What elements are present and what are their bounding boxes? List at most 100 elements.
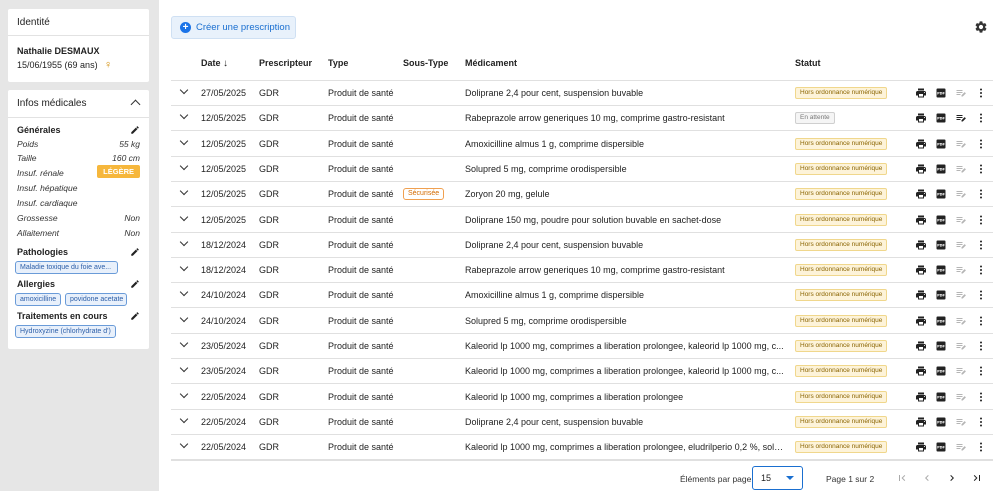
gear-icon[interactable]: [974, 20, 988, 34]
chevron-up-icon[interactable]: [130, 99, 141, 110]
table-row[interactable]: 23/05/2024 GDR Produit de santé Kaleorid lp…: [171, 359, 993, 384]
pdf-icon[interactable]: PDF: [935, 87, 947, 99]
more-vert-icon[interactable]: [975, 416, 987, 428]
more-vert-icon[interactable]: [975, 441, 987, 453]
edit-pathologies-icon[interactable]: [130, 247, 140, 257]
pdf-icon[interactable]: PDF: [935, 239, 947, 251]
pdf-icon[interactable]: PDF: [935, 188, 947, 200]
print-icon[interactable]: [915, 163, 927, 175]
print-icon[interactable]: [915, 264, 927, 276]
print-icon[interactable]: [915, 289, 927, 301]
previous-page-icon[interactable]: [921, 472, 933, 484]
pdf-icon[interactable]: PDF: [935, 112, 947, 124]
table-row[interactable]: 12/05/2025 GDR Produit de santé Sécurisée Zo…: [171, 182, 993, 207]
print-icon[interactable]: [915, 214, 927, 226]
print-icon[interactable]: [915, 441, 927, 453]
edit-treatments-icon[interactable]: [130, 311, 140, 321]
edit-list-icon[interactable]: [955, 340, 967, 352]
pathology-chip[interactable]: Maladie toxique du foie ave...: [15, 261, 118, 274]
chevron-down-icon[interactable]: [179, 414, 189, 424]
table-row[interactable]: 12/05/2025 GDR Produit de santé Amoxicillin…: [171, 132, 993, 157]
table-row[interactable]: 27/05/2025 GDR Produit de santé Doliprane 2…: [171, 81, 993, 106]
chevron-down-icon[interactable]: [179, 288, 189, 297]
first-page-icon[interactable]: [896, 472, 908, 484]
column-type[interactable]: Type: [328, 58, 348, 68]
more-vert-icon[interactable]: [975, 112, 987, 124]
table-row[interactable]: 12/05/2025 GDR Produit de santé Doliprane 1…: [171, 208, 993, 233]
chevron-down-icon[interactable]: [179, 338, 189, 348]
table-row[interactable]: 12/05/2025 GDR Produit de santé Rabeprazole…: [171, 106, 993, 131]
edit-list-icon[interactable]: [955, 163, 967, 175]
print-icon[interactable]: [915, 239, 927, 251]
chevron-down-icon[interactable]: [179, 262, 189, 272]
pdf-icon[interactable]: PDF: [935, 264, 947, 276]
more-vert-icon[interactable]: [975, 239, 987, 251]
edit-list-icon[interactable]: [955, 239, 967, 251]
chevron-down-icon[interactable]: [179, 186, 189, 196]
treatment-chip[interactable]: Hydroxyzine (chlorhydrate d'): [15, 325, 116, 338]
chevron-down-icon[interactable]: [179, 136, 189, 145]
pdf-icon[interactable]: PDF: [935, 391, 947, 403]
print-icon[interactable]: [915, 188, 927, 200]
chevron-down-icon[interactable]: [179, 85, 189, 95]
chevron-down-icon[interactable]: [179, 439, 189, 449]
pdf-icon[interactable]: PDF: [935, 289, 947, 301]
medical-info-header[interactable]: Infos médicales: [8, 90, 149, 118]
more-vert-icon[interactable]: [975, 289, 987, 301]
edit-allergies-icon[interactable]: [130, 279, 140, 289]
print-icon[interactable]: [915, 340, 927, 352]
chevron-down-icon[interactable]: [179, 212, 189, 221]
edit-list-icon[interactable]: [955, 188, 967, 200]
more-vert-icon[interactable]: [975, 315, 987, 327]
edit-list-icon[interactable]: [955, 391, 967, 403]
more-vert-icon[interactable]: [975, 214, 987, 226]
chevron-down-icon[interactable]: [179, 237, 189, 247]
more-vert-icon[interactable]: [975, 138, 987, 150]
edit-list-icon[interactable]: [955, 87, 967, 99]
pdf-icon[interactable]: PDF: [935, 214, 947, 226]
table-row[interactable]: 24/10/2024 GDR Produit de santé Solupred 5 …: [171, 309, 993, 334]
edit-general-icon[interactable]: [130, 125, 140, 135]
pdf-icon[interactable]: PDF: [935, 441, 947, 453]
more-vert-icon[interactable]: [975, 365, 987, 377]
table-row[interactable]: 23/05/2024 GDR Produit de santé Kaleorid lp…: [171, 334, 993, 359]
column-date[interactable]: Date ↓: [201, 58, 228, 69]
edit-list-icon[interactable]: [955, 315, 967, 327]
column-status[interactable]: Statut: [795, 58, 821, 68]
edit-list-icon[interactable]: [955, 289, 967, 301]
table-row[interactable]: 22/05/2024 GDR Produit de santé Kaleorid lp…: [171, 385, 993, 410]
more-vert-icon[interactable]: [975, 188, 987, 200]
table-row[interactable]: 12/05/2025 GDR Produit de santé Solupred 5 …: [171, 157, 993, 182]
column-subtype[interactable]: Sous-Type: [403, 58, 448, 68]
edit-list-icon[interactable]: [955, 138, 967, 150]
chevron-down-icon[interactable]: [179, 111, 189, 120]
print-icon[interactable]: [915, 87, 927, 99]
last-page-icon[interactable]: [971, 472, 983, 484]
table-row[interactable]: 18/12/2024 GDR Produit de santé Rabeprazole…: [171, 258, 993, 283]
allergy-chip[interactable]: povidone acetate: [65, 293, 127, 306]
edit-list-icon[interactable]: [955, 365, 967, 377]
pdf-icon[interactable]: PDF: [935, 315, 947, 327]
more-vert-icon[interactable]: [975, 264, 987, 276]
edit-list-icon[interactable]: [955, 112, 967, 124]
chevron-down-icon[interactable]: [179, 364, 189, 373]
edit-list-icon[interactable]: [955, 264, 967, 276]
table-row[interactable]: 24/10/2024 GDR Produit de santé Amoxicillin…: [171, 283, 993, 308]
create-prescription-button[interactable]: + Créer une prescription: [171, 16, 296, 39]
pdf-icon[interactable]: PDF: [935, 416, 947, 428]
print-icon[interactable]: [915, 365, 927, 377]
table-row[interactable]: 18/12/2024 GDR Produit de santé Doliprane 2…: [171, 233, 993, 258]
pdf-icon[interactable]: PDF: [935, 340, 947, 352]
column-prescriber[interactable]: Prescripteur: [259, 58, 312, 68]
print-icon[interactable]: [915, 138, 927, 150]
edit-list-icon[interactable]: [955, 416, 967, 428]
allergy-chip[interactable]: amoxicilline: [15, 293, 61, 306]
next-page-icon[interactable]: [946, 472, 958, 484]
more-vert-icon[interactable]: [975, 391, 987, 403]
column-drug[interactable]: Médicament: [465, 58, 517, 68]
pdf-icon[interactable]: PDF: [935, 138, 947, 150]
edit-list-icon[interactable]: [955, 441, 967, 453]
table-row[interactable]: 22/05/2024 GDR Produit de santé Doliprane 2…: [171, 410, 993, 435]
chevron-down-icon[interactable]: [179, 313, 189, 322]
pdf-icon[interactable]: PDF: [935, 163, 947, 175]
